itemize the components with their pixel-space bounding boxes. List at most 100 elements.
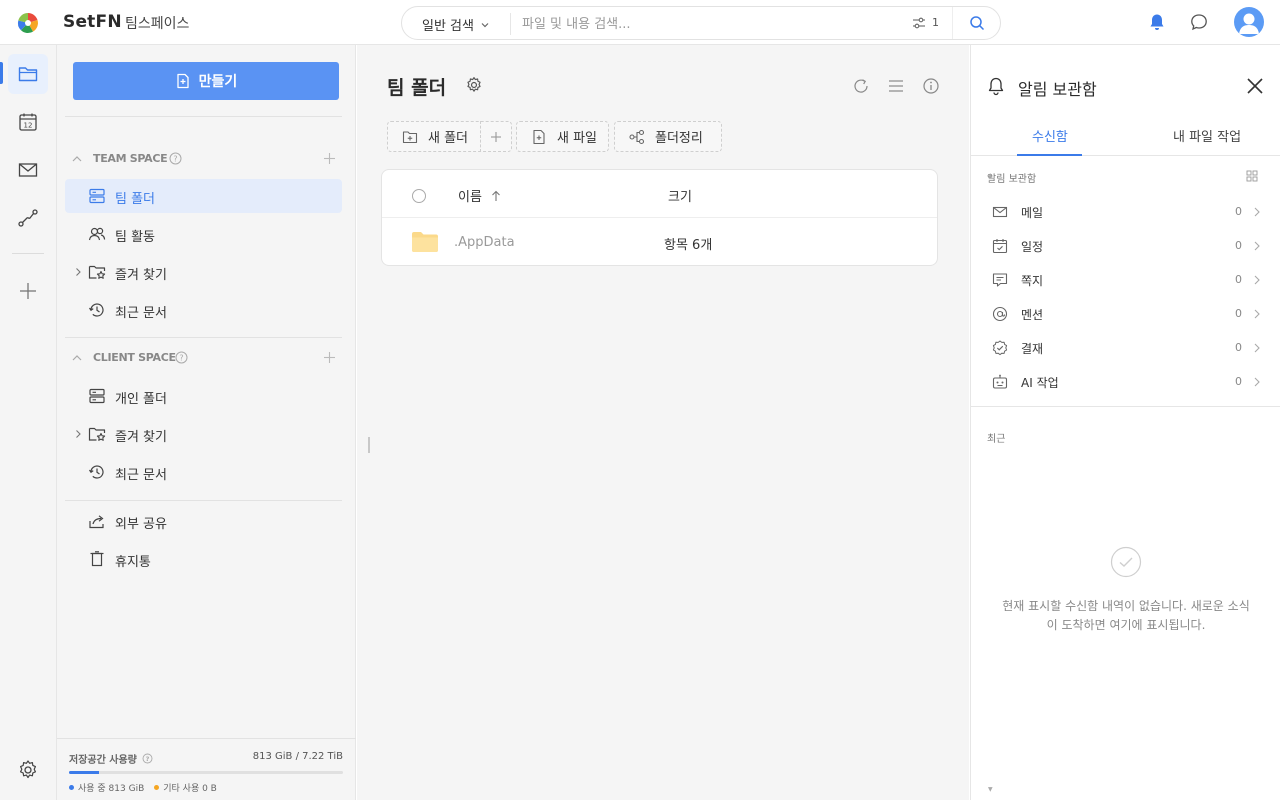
chat-icon[interactable] — [1189, 12, 1209, 32]
server-icon — [89, 388, 105, 404]
help-icon[interactable]: ? — [175, 351, 188, 364]
sidebar: 만들기 TEAM SPACE ? 팀 폴더 팀 활동 즐겨 찾기 최근 문서 C… — [57, 45, 356, 800]
workspace-name[interactable]: 팀스페이스 — [125, 13, 189, 33]
new-folder-split-button: 새 폴더 — [387, 121, 512, 152]
notification-bell-icon[interactable] — [1147, 12, 1167, 32]
list-view-icon[interactable] — [887, 77, 905, 95]
sidebar-item-external-share[interactable]: 외부 공유 — [65, 504, 342, 538]
tab-inbox[interactable]: 수신함 — [1032, 126, 1068, 145]
history-icon — [88, 303, 104, 317]
search-button[interactable] — [952, 7, 1000, 39]
chevron-down-icon — [481, 22, 489, 27]
section-label: 알림 보관함 — [987, 174, 1037, 185]
history-icon — [88, 465, 104, 479]
mail-icon — [992, 206, 1008, 218]
notification-item-count: 0 — [1235, 239, 1242, 252]
grid-icon[interactable] — [1246, 170, 1258, 182]
sidebar-item-team-recent[interactable]: 최근 문서 — [65, 293, 342, 327]
sidebar-item-personal-folder[interactable]: 개인 폴더 — [65, 379, 342, 413]
sidebar-item-client-favorites[interactable]: 즐겨 찾기 — [65, 417, 342, 451]
chevron-right-icon[interactable] — [73, 267, 83, 277]
create-button[interactable]: 만들기 — [73, 62, 339, 100]
panel-divider — [971, 406, 1280, 407]
help-icon[interactable]: ? — [142, 753, 153, 764]
client-space-header[interactable]: CLIENT SPACE ? — [57, 348, 356, 368]
storage-title-label: 저장공간 사용량 — [69, 755, 137, 766]
notification-item-note[interactable]: 쪽지 0 — [971, 263, 1280, 297]
user-avatar[interactable] — [1234, 7, 1264, 37]
sidebar-item-label: 최근 문서 — [115, 468, 167, 483]
new-folder-button[interactable]: 새 폴더 — [388, 121, 480, 152]
brand-name: SetFN — [63, 12, 122, 32]
tab-my-file-tasks[interactable]: 내 파일 작업 — [1173, 126, 1241, 145]
notification-item-mail[interactable]: 메일 0 — [971, 195, 1280, 229]
help-icon[interactable]: ? — [169, 152, 182, 165]
app-logo-icon[interactable] — [16, 11, 40, 35]
folder-settings-icon[interactable] — [465, 76, 483, 94]
info-icon[interactable] — [922, 77, 940, 95]
nodes-icon — [629, 129, 645, 144]
svg-text:?: ? — [179, 354, 183, 363]
chevron-right-icon[interactable] — [73, 429, 83, 439]
scroll-up-arrow[interactable]: ▲ — [988, 172, 993, 179]
close-icon[interactable] — [1245, 76, 1265, 96]
recent-label: 최근 — [987, 434, 1006, 445]
storage-progress-fill — [69, 771, 100, 774]
organize-folder-button[interactable]: 폴더정리 — [614, 121, 722, 152]
sidebar-item-label: 외부 공유 — [115, 517, 167, 532]
rail-settings[interactable] — [8, 750, 48, 790]
refresh-icon[interactable] — [852, 77, 870, 95]
sidebar-item-trash[interactable]: 휴지통 — [65, 542, 342, 576]
svg-text:12: 12 — [24, 122, 33, 130]
route-icon — [18, 209, 38, 227]
sidebar-item-label: 최근 문서 — [115, 306, 167, 321]
new-folder-more-button[interactable] — [481, 121, 512, 152]
notification-item-label: 메일 — [1021, 206, 1044, 220]
sidebar-resize-handle[interactable] — [368, 437, 370, 453]
table-row[interactable]: .AppData 항목 6개 — [382, 218, 937, 266]
calendar-icon: 12 — [19, 113, 37, 131]
search-mode-select[interactable]: 일반 검색 — [422, 15, 490, 34]
notification-item-mention[interactable]: 멘션 0 — [971, 297, 1280, 331]
search-input[interactable] — [522, 14, 902, 34]
trash-icon — [90, 551, 104, 567]
sidebar-item-team-folder[interactable]: 팀 폴더 — [65, 179, 342, 213]
panel-tabs: 수신함 내 파일 작업 — [971, 113, 1280, 156]
notification-item-approval[interactable]: 결재 0 — [971, 331, 1280, 365]
sidebar-item-client-recent[interactable]: 최근 문서 — [65, 455, 342, 489]
notification-item-ai-task[interactable]: AI 작업 0 — [971, 365, 1280, 399]
rail-mail[interactable] — [8, 150, 48, 190]
notification-item-schedule[interactable]: 일정 0 — [971, 229, 1280, 263]
notification-item-count: 0 — [1235, 205, 1242, 218]
bell-icon — [988, 77, 1004, 96]
rail-calendar[interactable]: 12 — [8, 102, 48, 142]
rail-add[interactable] — [8, 271, 48, 311]
team-space-header[interactable]: TEAM SPACE ? — [57, 149, 356, 169]
folder-icon — [412, 232, 438, 252]
notification-item-label: AI 작업 — [1021, 376, 1059, 390]
sidebar-item-team-favorites[interactable]: 즐겨 찾기 — [65, 255, 342, 289]
notification-item-label: 결재 — [1021, 342, 1044, 356]
plus-icon — [20, 283, 36, 299]
file-size: 항목 6개 — [664, 238, 713, 253]
notification-item-count: 0 — [1235, 341, 1242, 354]
select-all-checkbox[interactable] — [412, 189, 426, 203]
svg-text:?: ? — [146, 755, 150, 763]
rail-files[interactable] — [8, 54, 48, 94]
column-header-size[interactable]: 크기 — [668, 186, 692, 205]
chevron-up-icon — [72, 156, 82, 162]
chevron-right-icon — [1254, 377, 1260, 387]
sidebar-item-label: 개인 폴더 — [115, 392, 167, 407]
add-client-space-icon[interactable] — [323, 351, 336, 364]
search-filter-button[interactable]: 1 — [912, 16, 939, 29]
sidebar-item-team-activity[interactable]: 팀 활동 — [65, 217, 342, 251]
new-file-button[interactable]: 새 파일 — [516, 121, 609, 152]
sliders-icon — [913, 17, 925, 28]
scroll-down-arrow[interactable]: ▼ — [988, 786, 993, 793]
storage-legend: 사용 중 813 GiB 기타 사용 0 B — [69, 781, 217, 794]
add-team-space-icon[interactable] — [323, 152, 336, 165]
rail-workflow[interactable] — [8, 198, 48, 238]
column-header-name[interactable]: 이름 — [458, 186, 502, 205]
create-button-label: 만들기 — [198, 74, 238, 90]
calendar-check-icon — [992, 239, 1008, 254]
